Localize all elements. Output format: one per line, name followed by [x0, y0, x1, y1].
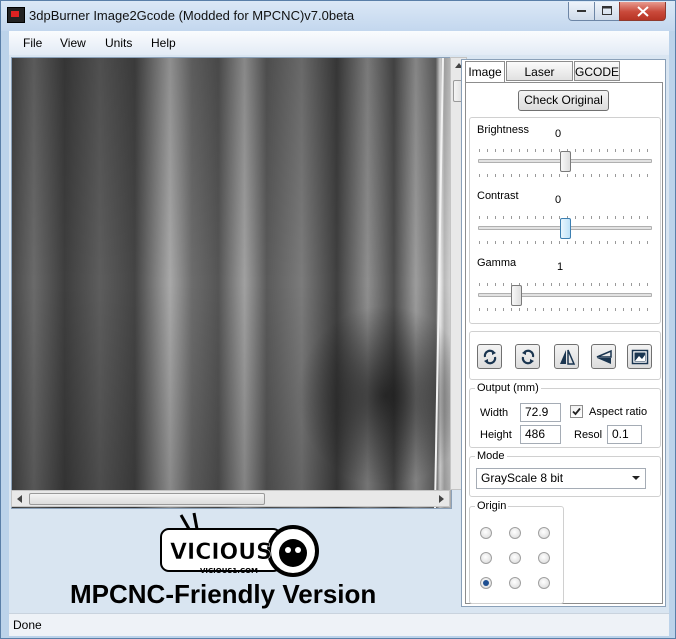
window-title: 3dpBurner Image2Gcode (Modded for MPCNC)… [29, 8, 355, 23]
scroll-right-icon[interactable] [439, 495, 444, 503]
preview-image [12, 58, 451, 508]
width-label: Width [480, 407, 509, 419]
horizontal-scroll-thumb[interactable] [29, 493, 265, 505]
status-bar: Done [9, 613, 669, 636]
app-icon [7, 7, 25, 23]
maximize-button[interactable] [594, 2, 620, 21]
logo-url-text: VICIOUS1.COM [200, 567, 258, 575]
minimize-icon [576, 10, 586, 12]
contrast-ticks-bottom [479, 241, 651, 244]
image-preview[interactable] [11, 57, 452, 509]
rotate-left-icon [483, 349, 496, 364]
check-original-button[interactable]: Check Original [518, 90, 609, 111]
origin-radio-6[interactable] [538, 552, 550, 564]
mode-selected-value: GrayScale 8 bit [481, 471, 564, 485]
dropdown-arrow-icon [632, 476, 640, 480]
aspect-ratio-label[interactable]: Aspect ratio [589, 406, 647, 418]
tab-gcode[interactable]: GCODE [574, 61, 620, 81]
gamma-value: 1 [557, 261, 564, 273]
status-text: Done [13, 618, 42, 632]
rotate-right-button[interactable] [515, 344, 540, 369]
origin-title: Origin [475, 500, 509, 512]
output-title: Output (mm) [475, 382, 541, 394]
contrast-label: Contrast [477, 190, 519, 202]
aspect-ratio-checkbox[interactable] [570, 405, 583, 418]
origin-radio-5[interactable] [509, 552, 521, 564]
image-tab-content: Check Original Brightness 0 Contrast 0 G… [465, 82, 663, 604]
menu-units[interactable]: Units [105, 36, 132, 50]
gamma-label: Gamma [477, 257, 517, 269]
origin-radio-3[interactable] [538, 527, 550, 539]
invert-image-button[interactable] [627, 344, 652, 369]
title-bar[interactable]: 3dpBurner Image2Gcode (Modded for MPCNC)… [1, 1, 675, 31]
gamma-ticks-top [479, 283, 651, 286]
origin-radio-8[interactable] [509, 577, 521, 589]
logo-text: VICIOUS [170, 540, 272, 565]
tab-laser-profile[interactable]: Laser profile [506, 61, 573, 99]
vicious-logo: VICIOUS VICIOUS1.COM [160, 512, 319, 577]
maximize-icon [601, 6, 612, 15]
tab-image[interactable]: Image [465, 61, 505, 83]
flip-vertical-icon [596, 349, 612, 364]
origin-group: Origin [469, 500, 564, 604]
menu-file[interactable]: File [23, 36, 42, 50]
app-window: 3dpBurner Image2Gcode (Modded for MPCNC)… [0, 0, 676, 639]
mode-group: Mode GrayScale 8 bit [469, 450, 661, 497]
output-group: Output (mm) Width 72.9 Aspect ratio Heig… [469, 382, 661, 448]
menu-help[interactable]: Help [151, 36, 176, 50]
height-input[interactable]: 486 [520, 425, 561, 444]
flip-vertical-button[interactable] [591, 344, 616, 369]
brightness-slider-thumb[interactable] [560, 151, 571, 172]
logo-area: VICIOUS VICIOUS1.COM MPCNC-Friendly Vers… [11, 507, 450, 611]
height-label: Height [480, 429, 512, 441]
mode-select[interactable]: GrayScale 8 bit [476, 468, 646, 489]
origin-radio-1[interactable] [480, 527, 492, 539]
gamma-slider-thumb[interactable] [511, 285, 522, 306]
brightness-ticks-bottom [479, 174, 651, 177]
rotate-left-button[interactable] [477, 344, 502, 369]
menu-view[interactable]: View [60, 36, 86, 50]
mode-title: Mode [475, 450, 507, 462]
resol-label: Resol [574, 429, 603, 441]
contrast-value: 0 [555, 194, 562, 206]
origin-radio-9[interactable] [538, 577, 550, 589]
transform-tools-group [469, 331, 661, 380]
brightness-label: Brightness [477, 124, 529, 136]
flip-horizontal-icon [559, 349, 575, 365]
origin-radio-4[interactable] [480, 552, 492, 564]
horizontal-scrollbar[interactable] [11, 490, 450, 507]
settings-panel: Image Laser profile GCODE Check Original… [461, 59, 666, 607]
brand-text: MPCNC-Friendly Version [70, 579, 377, 609]
resol-input[interactable]: 0.1 [607, 425, 642, 444]
brightness-value: 0 [555, 128, 562, 140]
gamma-slider-track[interactable] [478, 293, 652, 297]
adjustments-group: Brightness 0 Contrast 0 Gamma 1 [469, 117, 661, 324]
close-icon [636, 5, 649, 17]
menu-bar: File View Units Help [9, 31, 669, 55]
minimize-button[interactable] [568, 2, 595, 21]
scroll-left-icon[interactable] [17, 495, 22, 503]
flip-horizontal-button[interactable] [554, 344, 579, 369]
origin-radio-2[interactable] [509, 527, 521, 539]
rotate-right-icon [521, 349, 534, 364]
client-area: VICIOUS VICIOUS1.COM MPCNC-Friendly Vers… [9, 55, 669, 613]
invert-image-icon [631, 349, 648, 364]
origin-radio-7[interactable] [480, 577, 492, 589]
close-button[interactable] [619, 2, 666, 21]
contrast-slider-thumb[interactable] [560, 218, 571, 239]
gamma-ticks-bottom [479, 308, 651, 311]
width-input[interactable]: 72.9 [520, 403, 561, 422]
checkmark-icon [572, 407, 581, 416]
